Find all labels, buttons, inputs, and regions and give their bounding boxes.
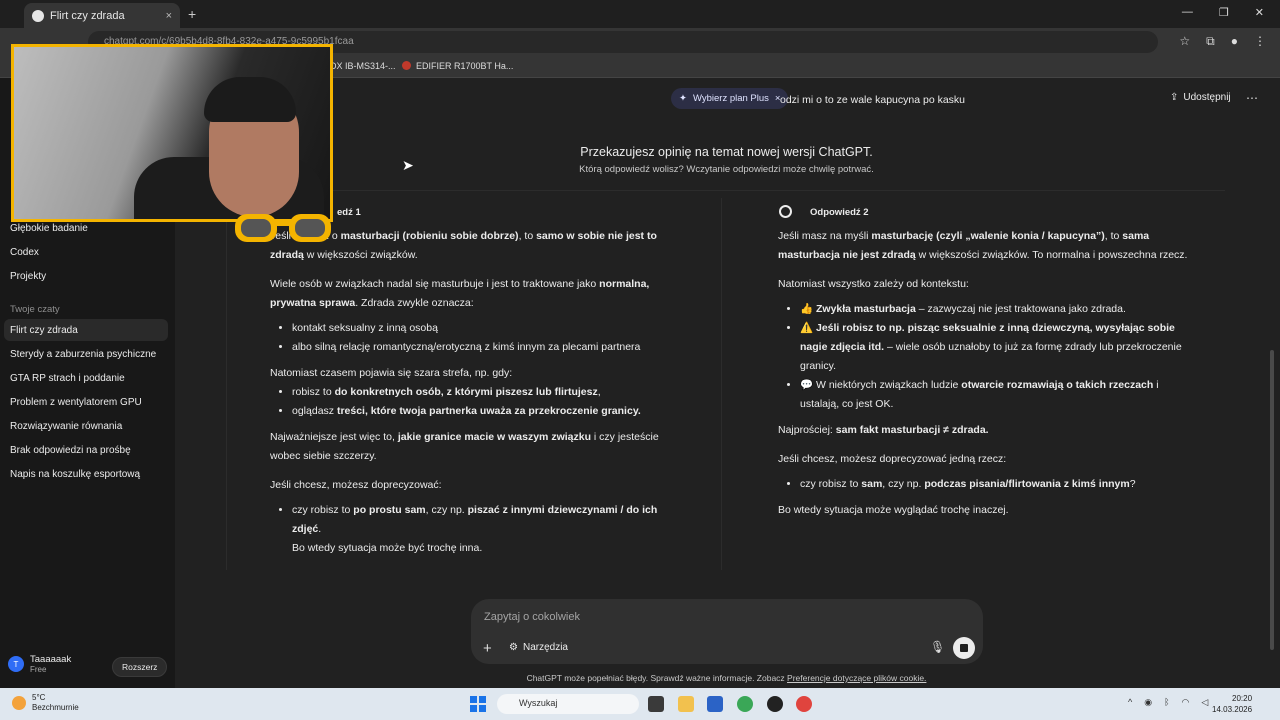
weather-widget[interactable]: 5°C Bezchmurnie — [12, 693, 79, 713]
extensions-icon[interactable]: ⧉ — [1206, 34, 1215, 49]
star-icon[interactable]: ☆ — [1179, 34, 1190, 49]
sidebar-item-codex[interactable]: Codex — [10, 247, 39, 258]
task-view-icon[interactable] — [648, 696, 664, 712]
window-controls: — ❐ ✕ — [1182, 6, 1264, 19]
stop-icon — [960, 644, 968, 652]
close-window-icon[interactable]: ✕ — [1255, 6, 1264, 19]
avatar: T — [8, 656, 24, 672]
tools-label: Narzędzia — [522, 642, 568, 653]
file-explorer-icon[interactable] — [678, 696, 694, 712]
date: 14.03.2026 — [1212, 705, 1253, 714]
chat-item[interactable]: Flirt czy zdrada — [10, 325, 78, 336]
new-tab-icon[interactable]: + — [188, 6, 196, 22]
divider — [225, 190, 1225, 191]
sparkle-icon: ✦ — [679, 93, 687, 104]
composer — [471, 599, 983, 664]
disclaimer: ChatGPT może popełniać błędy. Sprawdź wa… — [0, 673, 1280, 683]
chrome-profile-icon[interactable] — [796, 696, 812, 712]
taskbar — [0, 688, 1280, 720]
answer-2-body: Jeśli masz na myśli masturbację (czyli „… — [778, 227, 1188, 530]
cookie-preferences-link[interactable]: Preferencje dotyczące plików cookie. — [787, 673, 926, 683]
chat-item[interactable]: Rozwiązywanie równania — [10, 421, 122, 432]
weather-temp: 5°C — [32, 693, 46, 702]
taskbar-search[interactable]: Wyszukaj — [497, 694, 639, 714]
browser-tab[interactable]: Flirt czy zdrada × — [24, 3, 180, 28]
chrome-icon[interactable] — [737, 696, 753, 712]
system-tray: ^ ◉ ᛒ ◠ ◁ — [1128, 697, 1208, 708]
prompt-input[interactable]: Zapytaj o cokolwiek — [484, 611, 580, 623]
app-icon[interactable] — [767, 696, 783, 712]
chats-section-title: Twoje czaty — [10, 304, 60, 315]
add-attachment-icon[interactable]: + — [483, 640, 492, 657]
network-icon[interactable]: ◉ — [1144, 697, 1152, 708]
tools-icon: ⚙ — [509, 642, 518, 653]
more-options-icon[interactable]: ⋯ — [1246, 91, 1258, 105]
chatgpt-logo-icon — [779, 205, 792, 218]
tools-button[interactable]: ⚙ Narzędzia — [509, 642, 568, 653]
user-profile[interactable]: T Taaaaaak Free — [8, 654, 71, 674]
weather-desc: Bezchmurnie — [32, 703, 79, 712]
microphone-icon[interactable]: 🎙 — [930, 640, 945, 654]
plus-plan-label: Wybierz plan Plus — [692, 93, 769, 104]
mouse-cursor-icon: ➤ — [402, 157, 414, 173]
bookmark-favicon-icon — [402, 61, 411, 70]
sunglasses-overlay — [235, 214, 331, 242]
answer-1-panel[interactable]: edź 1 Jeśli mówisz o masturbacji (robien… — [226, 198, 722, 570]
sidebar-item-deep-research[interactable]: Głębokie badanie — [10, 223, 88, 234]
scrollbar[interactable] — [1270, 350, 1274, 650]
minimize-icon[interactable]: — — [1182, 6, 1193, 19]
plus-plan-pill[interactable]: ✦ Wybierz plan Plus × — [671, 88, 789, 109]
clock[interactable]: 20:20 14.03.2026 — [1212, 693, 1252, 715]
chevron-up-icon[interactable]: ^ — [1128, 697, 1132, 708]
toolbar-icons: ☆ ⧉ ● ⋮ — [1179, 34, 1266, 49]
bookmark-item[interactable]: DX IB-MS314-... — [330, 61, 396, 71]
volume-icon[interactable]: ◁ — [1201, 697, 1208, 708]
user-name: Taaaaaak — [30, 654, 72, 665]
chat-item[interactable]: Problem z wentylatorem GPU — [10, 397, 142, 408]
answer-2-panel[interactable]: Odpowiedź 2 Jeśli masz na myśli masturba… — [721, 198, 1217, 570]
share-icon: ⇪ — [1170, 92, 1179, 103]
profile-icon[interactable]: ● — [1231, 34, 1238, 49]
maximize-icon[interactable]: ❐ — [1219, 6, 1229, 19]
tab-close-icon[interactable]: × — [166, 10, 172, 22]
store-icon[interactable] — [707, 696, 723, 712]
time: 20:20 — [1232, 694, 1253, 703]
answer-1-label: edź 1 — [337, 207, 361, 218]
user-message-snippet: odzi mi o to ze wale kapucyna po kasku — [780, 94, 966, 106]
bluetooth-icon[interactable]: ᛒ — [1164, 697, 1169, 708]
bookmark-item[interactable]: EDIFIER R1700BT Ha... — [416, 61, 513, 71]
disclaimer-text: ChatGPT może popełniać błędy. Sprawdź wa… — [526, 673, 788, 683]
chat-item[interactable]: Brak odpowiedzi na prośbę — [10, 445, 131, 456]
chatgpt-favicon-icon — [32, 9, 44, 22]
windows-start-icon[interactable] — [470, 696, 486, 712]
answer-1-body: Jeśli mówisz o masturbacji (robieniu sob… — [270, 227, 670, 565]
menu-icon[interactable]: ⋮ — [1254, 34, 1266, 49]
wifi-icon[interactable]: ◠ — [1182, 697, 1190, 708]
share-label: Udostępnij — [1183, 92, 1231, 103]
sidebar-item-projects[interactable]: Projekty — [10, 271, 46, 282]
tab-title: Flirt czy zdrada — [50, 9, 125, 22]
chat-item[interactable]: GTA RP strach i poddanie — [10, 373, 125, 384]
share-button[interactable]: ⇪ Udostępnij — [1170, 92, 1231, 103]
chat-item[interactable]: Sterydy a zaburzenia psychiczne — [10, 349, 156, 360]
chat-item[interactable]: Napis na koszulkę esportową — [10, 469, 140, 480]
weather-sun-icon — [12, 696, 26, 710]
answer-2-label: Odpowiedź 2 — [810, 207, 869, 218]
webcam-overlay — [11, 44, 333, 222]
